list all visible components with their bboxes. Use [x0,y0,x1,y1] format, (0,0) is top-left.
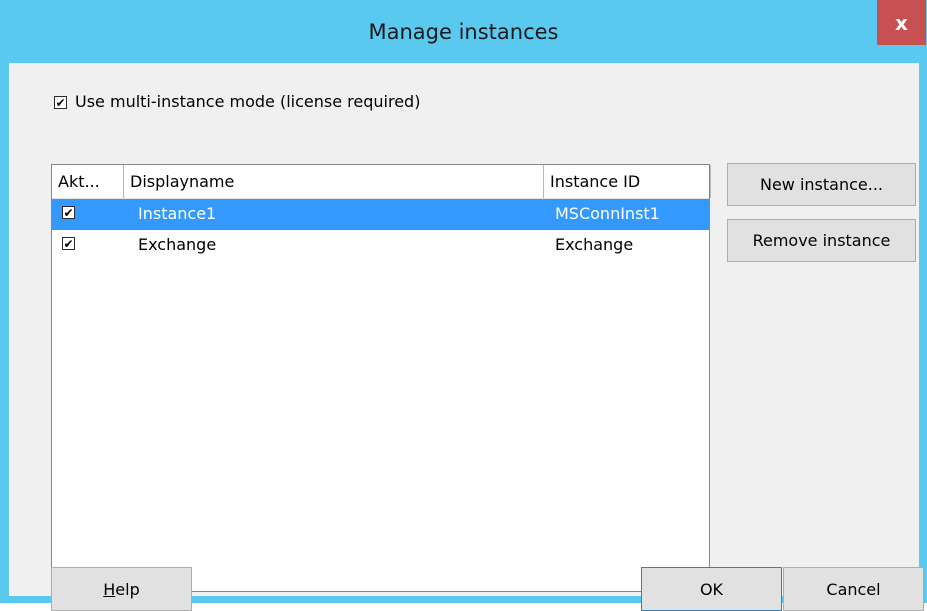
cell-instance-id: MSConnInst1 [555,204,660,223]
list-row-exchange[interactable]: ✔ Exchange Exchange [52,230,709,261]
cell-instance-id: Exchange [555,235,634,254]
window-title: Manage instances [368,20,559,44]
column-header-active[interactable]: Akt... [52,165,124,198]
checkmark-icon: ✔ [63,205,74,220]
title-bar[interactable]: Manage instances x [0,0,927,63]
manage-instances-dialog: Manage instances x ✔ Use multi-instance … [0,0,927,611]
list-header: Akt... Displayname Instance ID [52,165,711,199]
close-button[interactable]: x [877,0,926,45]
checkmark-icon: ✔ [55,95,66,110]
cell-displayname: Instance1 [138,204,217,223]
close-icon: x [895,10,908,35]
instances-list[interactable]: Akt... Displayname Instance ID ✔ Instanc… [51,164,711,592]
dialog-client-area: ✔ Use multi-instance mode (license requi… [9,63,924,611]
checkmark-icon: ✔ [63,236,74,251]
new-instance-button[interactable]: New instance... [727,163,916,206]
row-active-checkbox[interactable]: ✔ [62,237,75,250]
help-mnemonic: H [103,579,116,599]
row-active-checkbox[interactable]: ✔ [62,206,75,219]
column-header-displayname[interactable]: Displayname [124,165,544,198]
multi-instance-checkbox[interactable]: ✔ [54,96,67,109]
column-header-instance-id[interactable]: Instance ID [544,165,711,198]
multi-instance-label[interactable]: Use multi-instance mode (license require… [75,92,420,111]
list-row-instance1[interactable]: ✔ Instance1 MSConnInst1 [52,199,709,230]
help-label: elp [115,579,140,599]
ok-button[interactable]: OK [641,567,782,611]
cancel-button[interactable]: Cancel [783,567,924,611]
cell-displayname: Exchange [138,235,217,254]
help-button[interactable]: Help [51,567,192,611]
remove-instance-button[interactable]: Remove instance [727,219,916,262]
